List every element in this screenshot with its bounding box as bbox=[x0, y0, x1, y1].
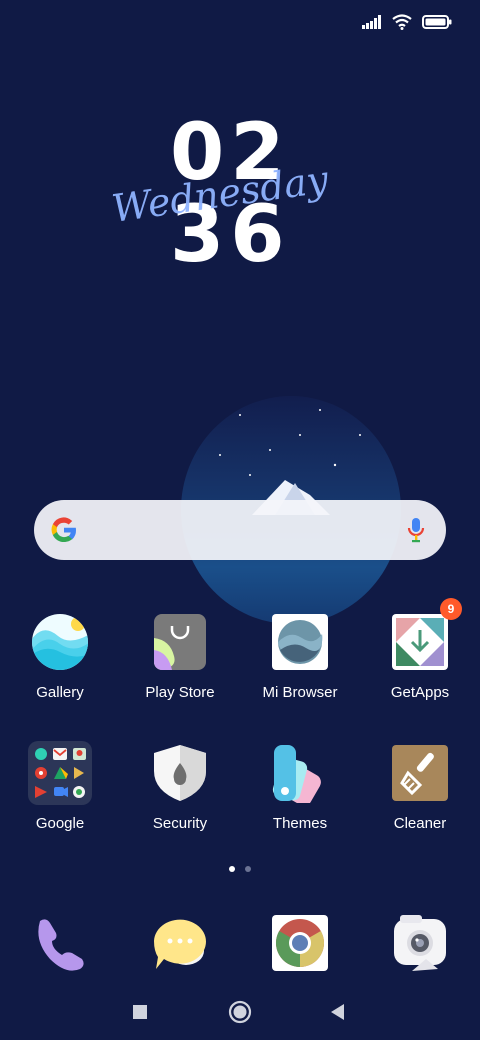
wifi-icon bbox=[392, 14, 412, 30]
app-gallery[interactable]: Gallery bbox=[0, 612, 120, 743]
app-label: Play Store bbox=[145, 684, 215, 701]
app-label: Security bbox=[152, 815, 208, 832]
app-row: Google Security Themes Cleaner bbox=[0, 741, 480, 874]
search-widget[interactable] bbox=[34, 500, 446, 560]
app-label: Google bbox=[35, 815, 85, 832]
play-store-icon bbox=[154, 614, 206, 670]
app-mi-browser[interactable]: Mi Browser bbox=[240, 612, 360, 743]
camera-icon bbox=[394, 915, 446, 971]
dock-messaging[interactable] bbox=[120, 913, 240, 973]
microphone-icon[interactable] bbox=[406, 516, 426, 544]
mi-browser-icon bbox=[272, 614, 328, 670]
gallery-icon bbox=[32, 614, 88, 670]
notification-badge: 9 bbox=[440, 598, 462, 620]
dock bbox=[0, 913, 480, 973]
app-cleaner[interactable]: Cleaner bbox=[360, 743, 480, 874]
google-g-icon bbox=[51, 517, 77, 543]
dock-phone[interactable] bbox=[0, 913, 120, 973]
battery-icon bbox=[422, 15, 452, 29]
messaging-icon bbox=[154, 919, 206, 969]
clock-widget[interactable]: 02 36 Wednesday bbox=[109, 112, 331, 276]
app-label: Gallery bbox=[36, 684, 84, 701]
signal-icon bbox=[362, 15, 381, 29]
app-folder-google[interactable]: Google bbox=[0, 741, 120, 874]
app-play-store[interactable]: Play Store bbox=[120, 612, 240, 743]
app-security[interactable]: Security bbox=[120, 743, 240, 874]
page-indicator bbox=[0, 866, 480, 872]
app-row: Gallery Play Store Mi Browser 9 GetApps bbox=[0, 598, 480, 743]
page-dot[interactable] bbox=[245, 866, 251, 872]
security-icon bbox=[154, 745, 206, 801]
app-label: Mi Browser bbox=[262, 684, 338, 701]
dock-camera[interactable] bbox=[360, 913, 480, 973]
google-folder-icon bbox=[28, 741, 92, 805]
page-dot-active[interactable] bbox=[229, 866, 235, 872]
dock-chrome[interactable] bbox=[240, 913, 360, 973]
phone-icon bbox=[38, 919, 84, 971]
getapps-icon bbox=[392, 614, 448, 670]
app-label: GetApps bbox=[390, 684, 450, 701]
app-grid: Gallery Play Store Mi Browser 9 GetApps … bbox=[0, 598, 480, 874]
app-getapps[interactable]: 9 GetApps bbox=[360, 598, 480, 743]
cleaner-icon bbox=[392, 745, 448, 801]
app-themes[interactable]: Themes bbox=[240, 743, 360, 874]
back-button[interactable] bbox=[330, 1003, 346, 1021]
status-bar bbox=[362, 10, 452, 34]
chrome-icon bbox=[272, 915, 328, 971]
navigation-bar bbox=[0, 997, 480, 1025]
recents-button[interactable] bbox=[132, 1004, 148, 1020]
app-label: Themes bbox=[272, 815, 328, 832]
themes-icon bbox=[272, 745, 321, 806]
home-button[interactable] bbox=[228, 1000, 252, 1024]
app-label: Cleaner bbox=[393, 815, 447, 832]
